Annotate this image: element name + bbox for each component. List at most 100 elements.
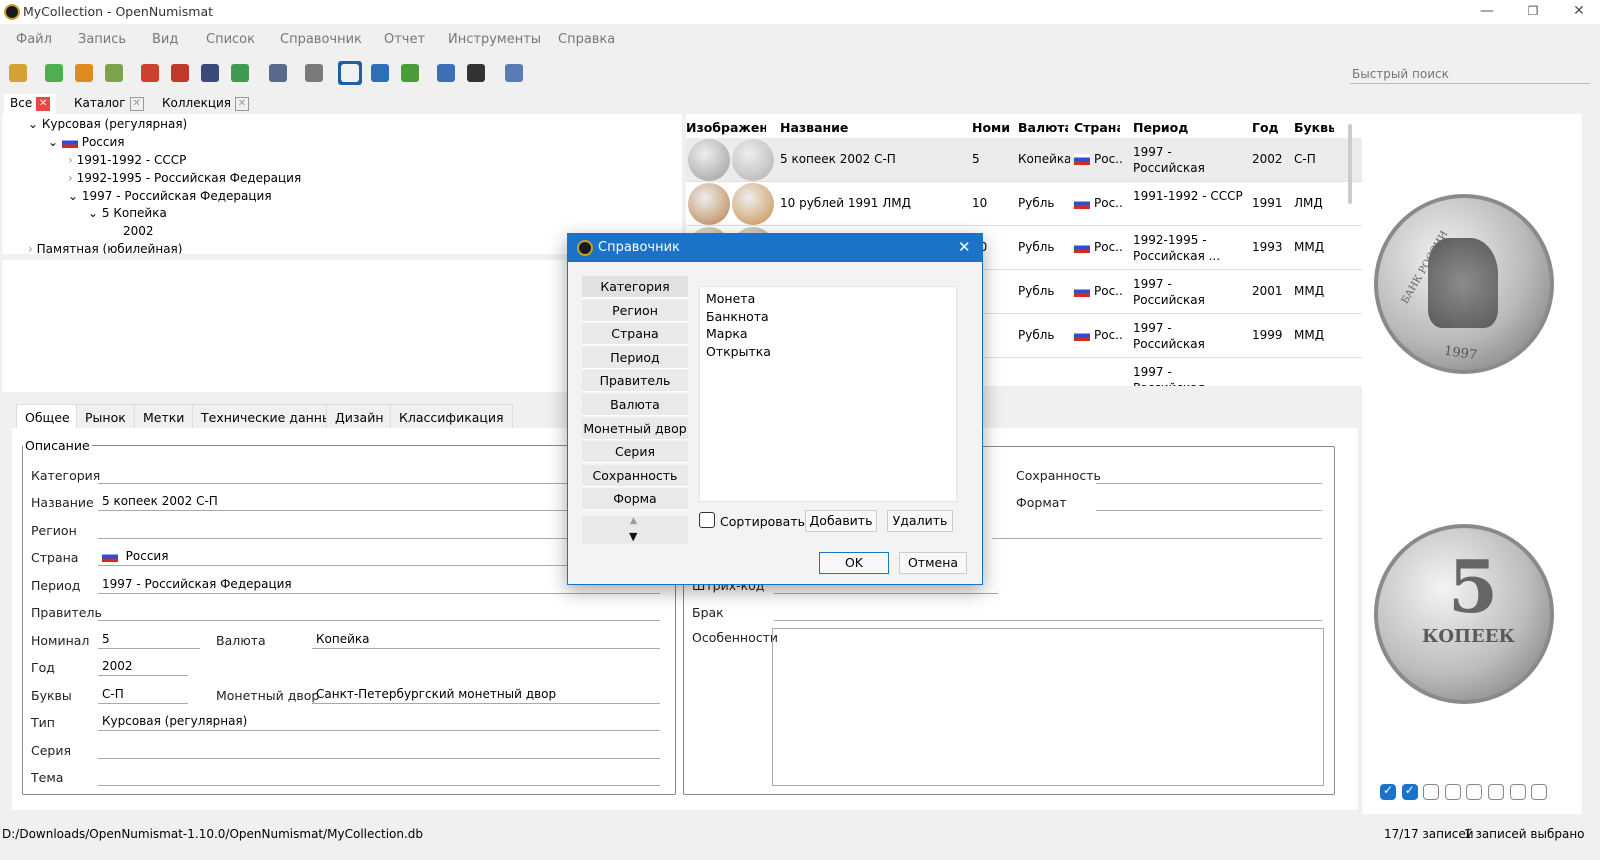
grade-field[interactable] (1096, 464, 1322, 484)
columns-button[interactable] (198, 61, 222, 85)
reference-values-list[interactable]: Монета Банкнота Марка Открытка (699, 286, 957, 502)
window-button[interactable] (502, 61, 526, 85)
year-field[interactable]: 2002 (98, 656, 188, 676)
tab-design[interactable]: Дизайн (326, 404, 393, 430)
menu-report[interactable]: Отчет (384, 32, 425, 47)
chevron-down-icon[interactable]: ⌄ (48, 135, 58, 149)
refresh-button[interactable] (102, 61, 126, 85)
tab-tags[interactable]: Метки (134, 404, 194, 430)
table-row[interactable]: 5 копеек 2002 С-П 5 Копейка Рос... 2002 С-П 19… (686, 138, 1376, 182)
category-item[interactable]: Монетный двор (582, 417, 688, 440)
maximize-button[interactable]: ❐ (1510, 0, 1556, 24)
image-page-checkbox[interactable]: ✓ (1380, 783, 1396, 800)
close-icon[interactable]: ✕ (235, 96, 250, 111)
extra-field[interactable] (992, 519, 1322, 539)
column-header[interactable]: Валюта (1018, 120, 1068, 135)
tab-classification[interactable]: Классификация (390, 404, 513, 430)
edit-button[interactable] (72, 61, 96, 85)
add-button[interactable]: Добавить (805, 510, 877, 532)
coin-obverse-image[interactable]: 1997 БАНК РОССИИ (1374, 194, 1554, 374)
table-row[interactable]: 10 рублей 1991 ЛМД 10 Рубль Рос... 1991 ЛМД 19… (686, 182, 1376, 226)
defect-field[interactable] (774, 601, 1322, 621)
cancel-button[interactable]: Отмена (899, 552, 967, 574)
chevron-right-icon[interactable]: › (68, 171, 73, 185)
tree-item[interactable]: › 1991-1992 - СССР (68, 153, 186, 167)
statistics-button[interactable] (368, 61, 392, 85)
tree-item[interactable]: 2002 (123, 224, 154, 238)
tree-item[interactable]: ⌄ Россия (48, 135, 125, 149)
category-item[interactable]: Серия (582, 441, 688, 464)
reference-value-item[interactable]: Открытка (706, 344, 771, 359)
chevron-down-icon[interactable]: ⌄ (28, 117, 38, 131)
mintyard-field[interactable]: Санкт-Петербургский монетный двор (312, 684, 660, 704)
chevron-down-icon[interactable]: ⌄ (88, 206, 98, 220)
tab-catalog[interactable]: Каталог ✕ (68, 94, 150, 114)
chevron-right-icon[interactable]: › (28, 242, 33, 254)
close-icon[interactable]: ✕ (129, 96, 144, 111)
menu-list[interactable]: Список (206, 32, 255, 47)
category-item[interactable]: Категория (582, 276, 688, 298)
list-view-button[interactable] (338, 61, 362, 85)
tree-item[interactable]: ⌄ 5 Копейка (88, 206, 167, 220)
image-page-checkbox[interactable] (1444, 784, 1461, 800)
coin-reverse-image[interactable]: 5 КОПЕЕК (1374, 524, 1554, 704)
open-folder-button[interactable] (6, 61, 30, 85)
column-header[interactable]: Изображение (686, 120, 766, 135)
export-button[interactable] (228, 61, 252, 85)
reference-value-item[interactable]: Марка (706, 326, 748, 341)
image-page-checkbox[interactable]: ✓ (1401, 783, 1418, 800)
ok-button[interactable]: OK (819, 552, 889, 574)
image-page-checkbox[interactable] (1531, 784, 1548, 800)
currency-field[interactable]: Копейка (312, 629, 660, 649)
image-page-checkbox[interactable] (1423, 784, 1440, 800)
globe-button[interactable] (398, 61, 422, 85)
menu-view[interactable]: Вид (152, 32, 178, 47)
table-scrollbar[interactable] (1348, 124, 1352, 204)
nominal-field[interactable]: 5 (98, 629, 200, 649)
category-item[interactable]: Период (582, 346, 688, 369)
tab-general[interactable]: Общее (16, 404, 79, 430)
chevron-down-icon[interactable]: ▼ (629, 530, 637, 543)
type-field[interactable]: Курсовая (регулярная) (98, 711, 660, 731)
clock-button[interactable] (464, 61, 488, 85)
sort-button[interactable] (168, 61, 192, 85)
series-field[interactable] (98, 739, 660, 759)
photo-button[interactable] (266, 61, 290, 85)
mint-letters-field[interactable]: С-П (98, 684, 188, 704)
add-button[interactable] (42, 61, 66, 85)
settings-button[interactable] (302, 61, 326, 85)
reference-value-item[interactable]: Банкнота (706, 309, 769, 324)
column-header[interactable]: Период (1133, 120, 1193, 135)
tree-item[interactable]: › 1992-1995 - Российская Федерация (68, 171, 301, 185)
tree-item[interactable]: ⌄ 1997 - Российская Федерация (68, 189, 272, 203)
image-page-checkbox[interactable] (1488, 784, 1504, 800)
column-header[interactable]: Название (780, 120, 900, 135)
image-page-checkbox[interactable] (1466, 784, 1483, 800)
ruler-field[interactable] (98, 601, 660, 621)
tree-item[interactable]: ⌄ Курсовая (регулярная) (28, 117, 187, 131)
tree-item[interactable]: › Памятная (юбилейная) (28, 242, 182, 254)
category-item[interactable]: Регион (582, 299, 688, 322)
category-item[interactable]: Валюта (582, 394, 688, 416)
column-header[interactable]: Номи (972, 120, 1012, 135)
chevron-up-icon[interactable]: ▲ (630, 516, 637, 526)
category-item[interactable]: Правитель (582, 370, 688, 393)
close-icon[interactable]: ✕ (36, 96, 51, 111)
chevron-right-icon[interactable]: › (68, 153, 73, 167)
close-button[interactable]: ✕ (1556, 0, 1600, 24)
column-header[interactable]: Буквы (1294, 120, 1334, 135)
category-item[interactable]: Страна (582, 323, 688, 346)
filter-button[interactable] (138, 61, 162, 85)
sort-checkbox[interactable] (699, 512, 715, 528)
menu-file[interactable]: Файл (16, 32, 52, 47)
tab-collection[interactable]: Коллекция ✕ (156, 94, 255, 114)
category-item[interactable]: Форма (582, 488, 688, 511)
menu-help[interactable]: Справка (558, 32, 615, 47)
menu-record[interactable]: Запись (78, 32, 126, 47)
category-item[interactable]: Сохранность (582, 464, 688, 487)
tab-market[interactable]: Рынок (76, 404, 135, 430)
column-header[interactable]: Год (1252, 120, 1282, 135)
menu-tools[interactable]: Инструменты (448, 32, 541, 47)
chevron-down-icon[interactable]: ⌄ (68, 189, 78, 203)
menu-reference[interactable]: Справочник (280, 32, 362, 47)
